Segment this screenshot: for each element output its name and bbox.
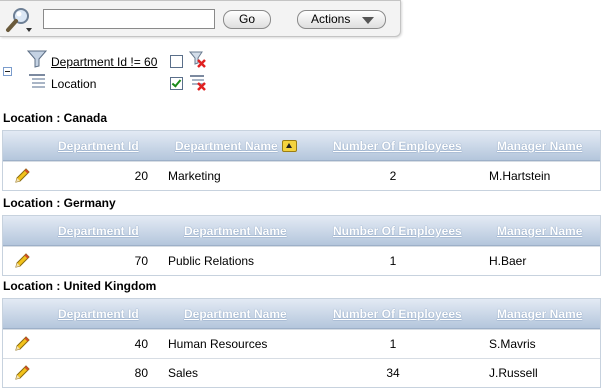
cell-department-name: Sales [168,366,199,380]
control-break-icon [29,74,45,88]
break-enable-checkbox[interactable] [170,77,183,90]
cell-number-of-employees: 1 [389,337,397,351]
col-header-department-name[interactable]: Department Name [184,224,287,238]
col-header-manager-name[interactable]: Manager Name [497,307,582,321]
collapse-icon[interactable] [3,67,12,76]
table-row: 40 Human Resources 1 S.Mavris [3,329,600,358]
go-button[interactable]: Go [223,10,271,29]
report-table-canada: Department Id Department Name Number Of … [2,130,601,191]
cell-department-name: Human Resources [168,337,268,351]
chevron-down-icon [362,17,374,24]
filter-icon [27,50,47,68]
cell-manager-name: H.Baer [489,254,527,268]
cell-number-of-employees: 34 [386,366,400,380]
col-header-number-of-employees[interactable]: Number Of Employees [333,224,462,238]
control-break-label: Location [51,77,97,91]
group-title-united-kingdom: Location : United Kingdom [3,279,157,293]
cell-number-of-employees: 2 [389,169,397,183]
cell-department-id: 70 [134,254,148,268]
report-table-germany: Department Id Department Name Number Of … [2,215,601,276]
search-icon[interactable] [4,6,32,34]
cell-department-id: 20 [134,169,148,183]
cell-manager-name: J.Russell [489,366,538,380]
col-header-manager-name[interactable]: Manager Name [497,139,582,153]
cell-department-id: 40 [134,337,148,351]
search-toolbar: Go Actions [0,0,401,37]
group-title-canada: Location : Canada [3,111,108,125]
actions-button[interactable]: Actions [297,10,386,29]
cell-manager-name: S.Mavris [489,337,536,351]
col-header-number-of-employees[interactable]: Number Of Employees [333,307,462,321]
table-header: Department Id Department Name Number Of … [3,299,600,329]
report-table-united-kingdom: Department Id Department Name Number Of … [2,298,601,388]
table-row: 70 Public Relations 1 H.Baer [3,246,600,275]
col-header-number-of-employees[interactable]: Number Of Employees [333,139,462,153]
cell-department-name: Marketing [168,169,221,183]
group-title-germany: Location : Germany [3,196,116,210]
cell-department-id: 80 [134,366,148,380]
cell-number-of-employees: 1 [389,254,397,268]
remove-filter-icon[interactable] [189,51,207,69]
col-header-manager-name[interactable]: Manager Name [497,224,582,238]
table-header: Department Id Department Name Number Of … [3,216,600,246]
filter-link[interactable]: Department Id != 60 [51,55,157,69]
actions-label: Actions [311,12,351,26]
col-header-department-name[interactable]: Department Name [184,307,287,321]
table-row: 80 Sales 34 J.Russell [3,358,600,387]
cell-manager-name: M.Hartstein [489,169,551,183]
col-header-department-id[interactable]: Department Id [58,139,139,153]
table-header: Department Id Department Name Number Of … [3,131,600,161]
col-header-department-id[interactable]: Department Id [58,224,139,238]
filter-enable-checkbox[interactable] [170,55,183,68]
table-row: 20 Marketing 2 M.Hartstein [3,161,600,190]
col-header-department-id[interactable]: Department Id [58,307,139,321]
search-input[interactable] [43,9,215,29]
remove-break-icon[interactable] [189,74,207,92]
col-header-department-name[interactable]: Department Name [175,139,278,153]
sort-ascending-icon[interactable] [282,140,297,152]
cell-department-name: Public Relations [168,254,255,268]
